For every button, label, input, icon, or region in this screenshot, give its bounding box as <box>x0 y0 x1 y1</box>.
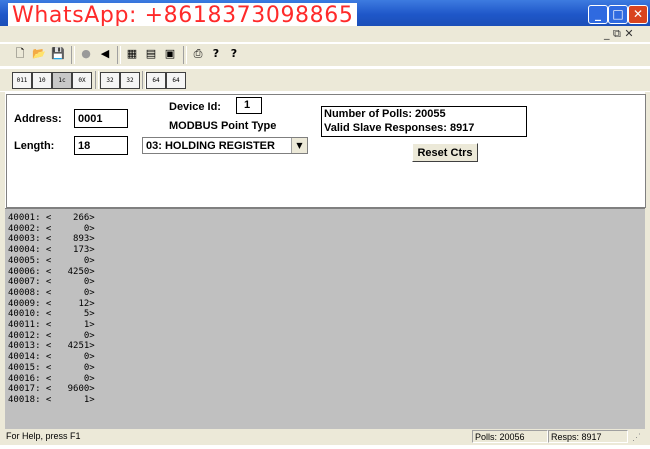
address-label: Address: <box>14 113 62 125</box>
format-toolbar: 011 10 1c 0X 32 32 64 64 <box>0 69 650 91</box>
length-label: Length: <box>14 140 55 152</box>
register-row: 40004: < 173> <box>8 245 95 256</box>
register-row: 40017: < 9600> <box>8 384 95 395</box>
length-input[interactable]: 18 <box>74 136 128 155</box>
register-row: 40014: < 0> <box>8 352 95 363</box>
register-row: 40001: < 266> <box>8 213 95 223</box>
new-file-icon[interactable]: 🗋 <box>12 46 28 62</box>
status-help-text: For Help, press F1 <box>6 431 81 441</box>
register-row: 40007: < 0> <box>8 277 95 288</box>
device-id-label: Device Id: <box>169 101 221 113</box>
bottom-strip <box>0 445 650 449</box>
context-help-icon[interactable]: ? <box>226 46 242 62</box>
register-row: 40002: < 0> <box>8 223 95 234</box>
point-type-label: MODBUS Point Type <box>169 120 277 132</box>
toolbar-separator <box>71 46 75 64</box>
register-row: 40012: < 0> <box>8 330 95 341</box>
format-1c-icon[interactable]: 1c <box>52 72 72 89</box>
status-polls: Polls: 20056 <box>472 430 548 443</box>
format-10-icon[interactable]: 10 <box>32 72 52 89</box>
maximize-button[interactable]: □ <box>608 5 628 24</box>
register-row: 40005: < 0> <box>8 255 95 266</box>
register-row: 40013: < 4251> <box>8 341 95 352</box>
help-icon[interactable]: ? <box>208 46 224 62</box>
format-32-icon[interactable]: 32 <box>100 72 120 89</box>
reset-counters-button[interactable]: Reset Ctrs <box>412 143 478 162</box>
valid-slave-responses: Valid Slave Responses: 8917 <box>324 122 475 134</box>
main-toolbar: 🗋 📂 💾 ● ◀ ▦ ▤ ▣ ⎙ ? ? <box>0 44 650 66</box>
format-01-icon[interactable]: 011 <box>12 72 32 89</box>
register-row: 40006: < 4250> <box>8 266 95 277</box>
status-resps: Resps: 8917 <box>548 430 628 443</box>
save-icon[interactable]: 💾 <box>50 46 66 62</box>
device-id-input[interactable]: 1 <box>236 97 262 114</box>
close-button[interactable]: ✕ <box>628 5 648 24</box>
chart-icon[interactable]: ▤ <box>143 46 159 62</box>
status-bar: For Help, press F1 Polls: 20056 Resps: 8… <box>0 429 650 445</box>
poll-stats-box: Number of Polls: 20055 Valid Slave Respo… <box>321 106 527 137</box>
register-list: 40001: < 266> 40002: < 0> 40003: < 893> 400… <box>5 208 645 429</box>
stop-icon[interactable]: ● <box>78 46 94 62</box>
menu-bar <box>0 26 650 42</box>
toolbar-separator <box>183 46 187 64</box>
toolbar-separator <box>117 46 121 64</box>
point-type-value: 03: HOLDING REGISTER <box>146 140 275 152</box>
title-bar: WhatsApp: +8618373098865 _ □ ✕ <box>0 0 650 28</box>
format-64b-icon[interactable]: 64 <box>166 72 186 89</box>
register-row: 40008: < 0> <box>8 287 95 298</box>
format-32b-icon[interactable]: 32 <box>120 72 140 89</box>
format-64-icon[interactable]: 64 <box>146 72 166 89</box>
toolbar-separator <box>95 71 99 89</box>
resize-grip-icon[interactable]: ⋰ <box>632 432 644 444</box>
number-of-polls: Number of Polls: 20055 <box>324 108 446 120</box>
register-row: 40010: < 5> <box>8 309 95 320</box>
mdi-controls[interactable]: _ ⧉ ✕ <box>604 27 634 41</box>
register-row: 40003: < 893> <box>8 234 95 245</box>
register-row: 40016: < 0> <box>8 373 95 384</box>
point-type-select[interactable]: 03: HOLDING REGISTER ▼ <box>142 137 308 154</box>
address-input[interactable]: 0001 <box>74 109 128 128</box>
format-0x-icon[interactable]: 0X <box>72 72 92 89</box>
register-row: 40018: < 1> <box>8 394 95 405</box>
register-row: 40011: < 1> <box>8 320 95 330</box>
chevron-down-icon[interactable]: ▼ <box>291 138 307 153</box>
print-icon[interactable]: ⎙ <box>190 46 206 62</box>
view-icon[interactable]: ▦ <box>124 46 140 62</box>
open-folder-icon[interactable]: 📂 <box>31 46 47 62</box>
connect-icon[interactable]: ◀ <box>97 46 113 62</box>
register-row: 40015: < 0> <box>8 362 95 373</box>
minimize-button[interactable]: _ <box>588 5 608 24</box>
register-row: 40009: < 12> <box>8 298 95 309</box>
watermark-text: WhatsApp: +8618373098865 <box>8 3 358 28</box>
monitor-icon[interactable]: ▣ <box>162 46 178 62</box>
